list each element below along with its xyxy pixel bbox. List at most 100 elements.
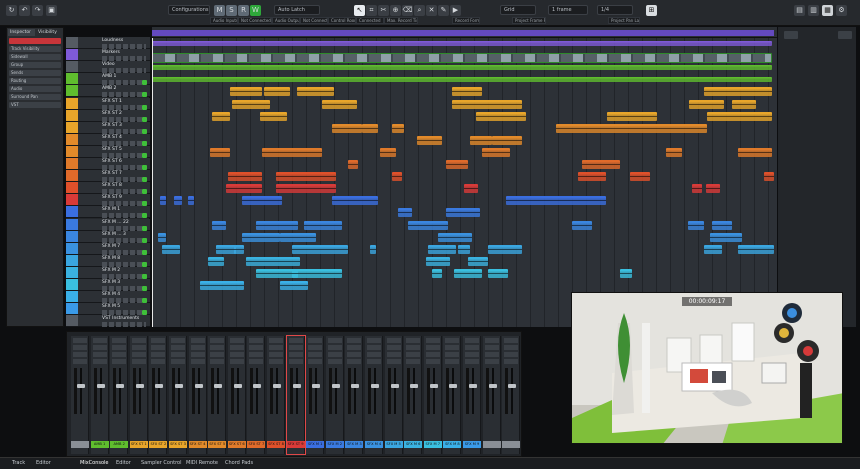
track-row[interactable]: SFX ST 8 [66, 182, 150, 195]
track-row[interactable]: SFX ST 5 [66, 145, 150, 158]
audio-event[interactable] [242, 232, 280, 242]
audio-event[interactable] [488, 244, 522, 254]
audio-event[interactable] [468, 256, 488, 266]
channel-insert-slots[interactable] [465, 338, 479, 364]
configurations-select[interactable]: Configurations [168, 5, 210, 15]
channel-insert-slots[interactable] [92, 338, 107, 364]
track-color-strip[interactable] [66, 242, 78, 254]
track-color-strip[interactable] [66, 194, 78, 206]
audio-event[interactable] [160, 196, 166, 206]
track-row[interactable]: AMB 1 [66, 73, 150, 86]
audio-event[interactable] [200, 281, 244, 291]
grid-type-select[interactable]: Grid [500, 5, 536, 15]
track-row[interactable]: SFX ST 4 [66, 133, 150, 146]
fader-track[interactable] [334, 368, 337, 414]
channel-insert-slots[interactable] [347, 338, 362, 364]
audio-event[interactable] [470, 135, 492, 145]
track-color-strip[interactable] [66, 37, 78, 49]
audio-event[interactable] [426, 256, 450, 266]
audio-event[interactable] [234, 244, 244, 254]
audio-event[interactable] [210, 147, 230, 157]
audio-event[interactable] [226, 184, 262, 194]
channel-insert-slots[interactable] [210, 338, 225, 364]
project-arrange-area[interactable] [152, 38, 777, 327]
fader-track[interactable] [138, 368, 141, 414]
channel-insert-slots[interactable] [367, 338, 381, 364]
mute-tool-icon[interactable]: ✕ [426, 5, 437, 16]
channel-insert-slots[interactable] [151, 338, 166, 364]
audio-event[interactable] [482, 147, 510, 157]
split-tool-icon[interactable]: ✂ [378, 5, 389, 16]
fader-track[interactable] [491, 368, 494, 414]
audio-event[interactable] [572, 220, 592, 230]
audio-event[interactable] [738, 244, 774, 254]
audio-event[interactable] [297, 87, 334, 97]
mixer-channel[interactable]: SFX M 6 [404, 336, 423, 454]
audio-event[interactable] [332, 123, 362, 133]
track-color-strip[interactable] [66, 97, 78, 109]
track-row[interactable]: SFX ST 3 [66, 121, 150, 134]
fader-track[interactable] [374, 368, 376, 414]
fader-track[interactable] [178, 368, 180, 414]
mixer-channel[interactable]: SFX ST 8 [267, 336, 285, 454]
audio-event[interactable] [630, 172, 650, 182]
audio-event[interactable] [246, 256, 300, 266]
audio-event[interactable] [232, 99, 270, 109]
audio-event[interactable] [380, 147, 396, 157]
track-row[interactable]: SFX ST 7 [66, 170, 150, 183]
track-row[interactable]: SFX ST 9 [66, 194, 150, 207]
track-color-strip[interactable] [66, 170, 78, 182]
mixer-channel[interactable]: SFX M 3 [345, 336, 364, 454]
inspector-item[interactable]: Routing [9, 78, 61, 84]
fader-handle[interactable] [312, 384, 321, 388]
audio-event[interactable] [276, 172, 336, 182]
audio-event[interactable] [712, 220, 732, 230]
channel-insert-slots[interactable] [484, 338, 499, 364]
track-color-strip[interactable] [66, 254, 78, 266]
track-color-strip[interactable] [66, 73, 78, 85]
audio-event[interactable] [428, 244, 456, 254]
inspector-item[interactable]: Surround Pan [9, 94, 61, 100]
audio-event[interactable] [506, 196, 606, 206]
track-row[interactable]: SFX M 8 [66, 254, 150, 267]
channel-insert-slots[interactable] [112, 338, 127, 364]
mixer-channel[interactable]: SFX M 2 [325, 336, 344, 454]
channel-insert-slots[interactable] [269, 338, 283, 364]
audio-event[interactable] [707, 111, 772, 121]
fader-track[interactable] [256, 368, 259, 414]
audio-event[interactable] [152, 65, 772, 71]
mixer-channel[interactable]: SFX ST 3 [169, 336, 187, 454]
track-color-strip[interactable] [66, 61, 78, 73]
tab-editor[interactable]: Editor [116, 460, 131, 466]
audio-event[interactable] [280, 232, 316, 242]
audio-event[interactable] [392, 172, 402, 182]
audio-event[interactable] [276, 184, 336, 194]
audio-event[interactable] [764, 172, 774, 182]
audio-event[interactable] [438, 232, 472, 242]
fader-handle[interactable] [390, 384, 399, 388]
inspector-item[interactable]: VST [9, 102, 61, 108]
tab-inspector[interactable]: Inspector [8, 29, 35, 36]
fader-handle[interactable] [331, 384, 340, 388]
track-row[interactable]: SFX M 3 [66, 279, 150, 292]
track-row[interactable]: Markers [66, 49, 150, 62]
mixer-channel[interactable]: SFX M 1 [306, 336, 325, 454]
fader-handle[interactable] [116, 384, 125, 388]
draw-tool-icon[interactable]: ✎ [438, 5, 449, 16]
fader-handle[interactable] [292, 384, 301, 388]
redo-icon[interactable]: ↷ [32, 5, 43, 16]
track-color-strip[interactable] [66, 109, 78, 121]
channel-insert-slots[interactable] [327, 338, 342, 364]
track-color-strip[interactable] [66, 49, 78, 61]
audio-event[interactable] [322, 99, 357, 109]
glue-tool-icon[interactable]: ⊕ [390, 5, 401, 16]
audio-event[interactable] [688, 220, 704, 230]
snap-icon[interactable]: ⊞ [646, 5, 657, 16]
mixer-channel[interactable]: SFX M 7 [423, 336, 442, 454]
track-color-strip[interactable] [66, 218, 78, 230]
write-button[interactable]: W [250, 5, 261, 16]
track-row[interactable]: Loudness [66, 37, 150, 50]
fader-handle[interactable] [175, 384, 183, 388]
pointer-tool-icon[interactable]: ↖ [354, 5, 365, 16]
track-color-strip[interactable] [66, 303, 78, 315]
